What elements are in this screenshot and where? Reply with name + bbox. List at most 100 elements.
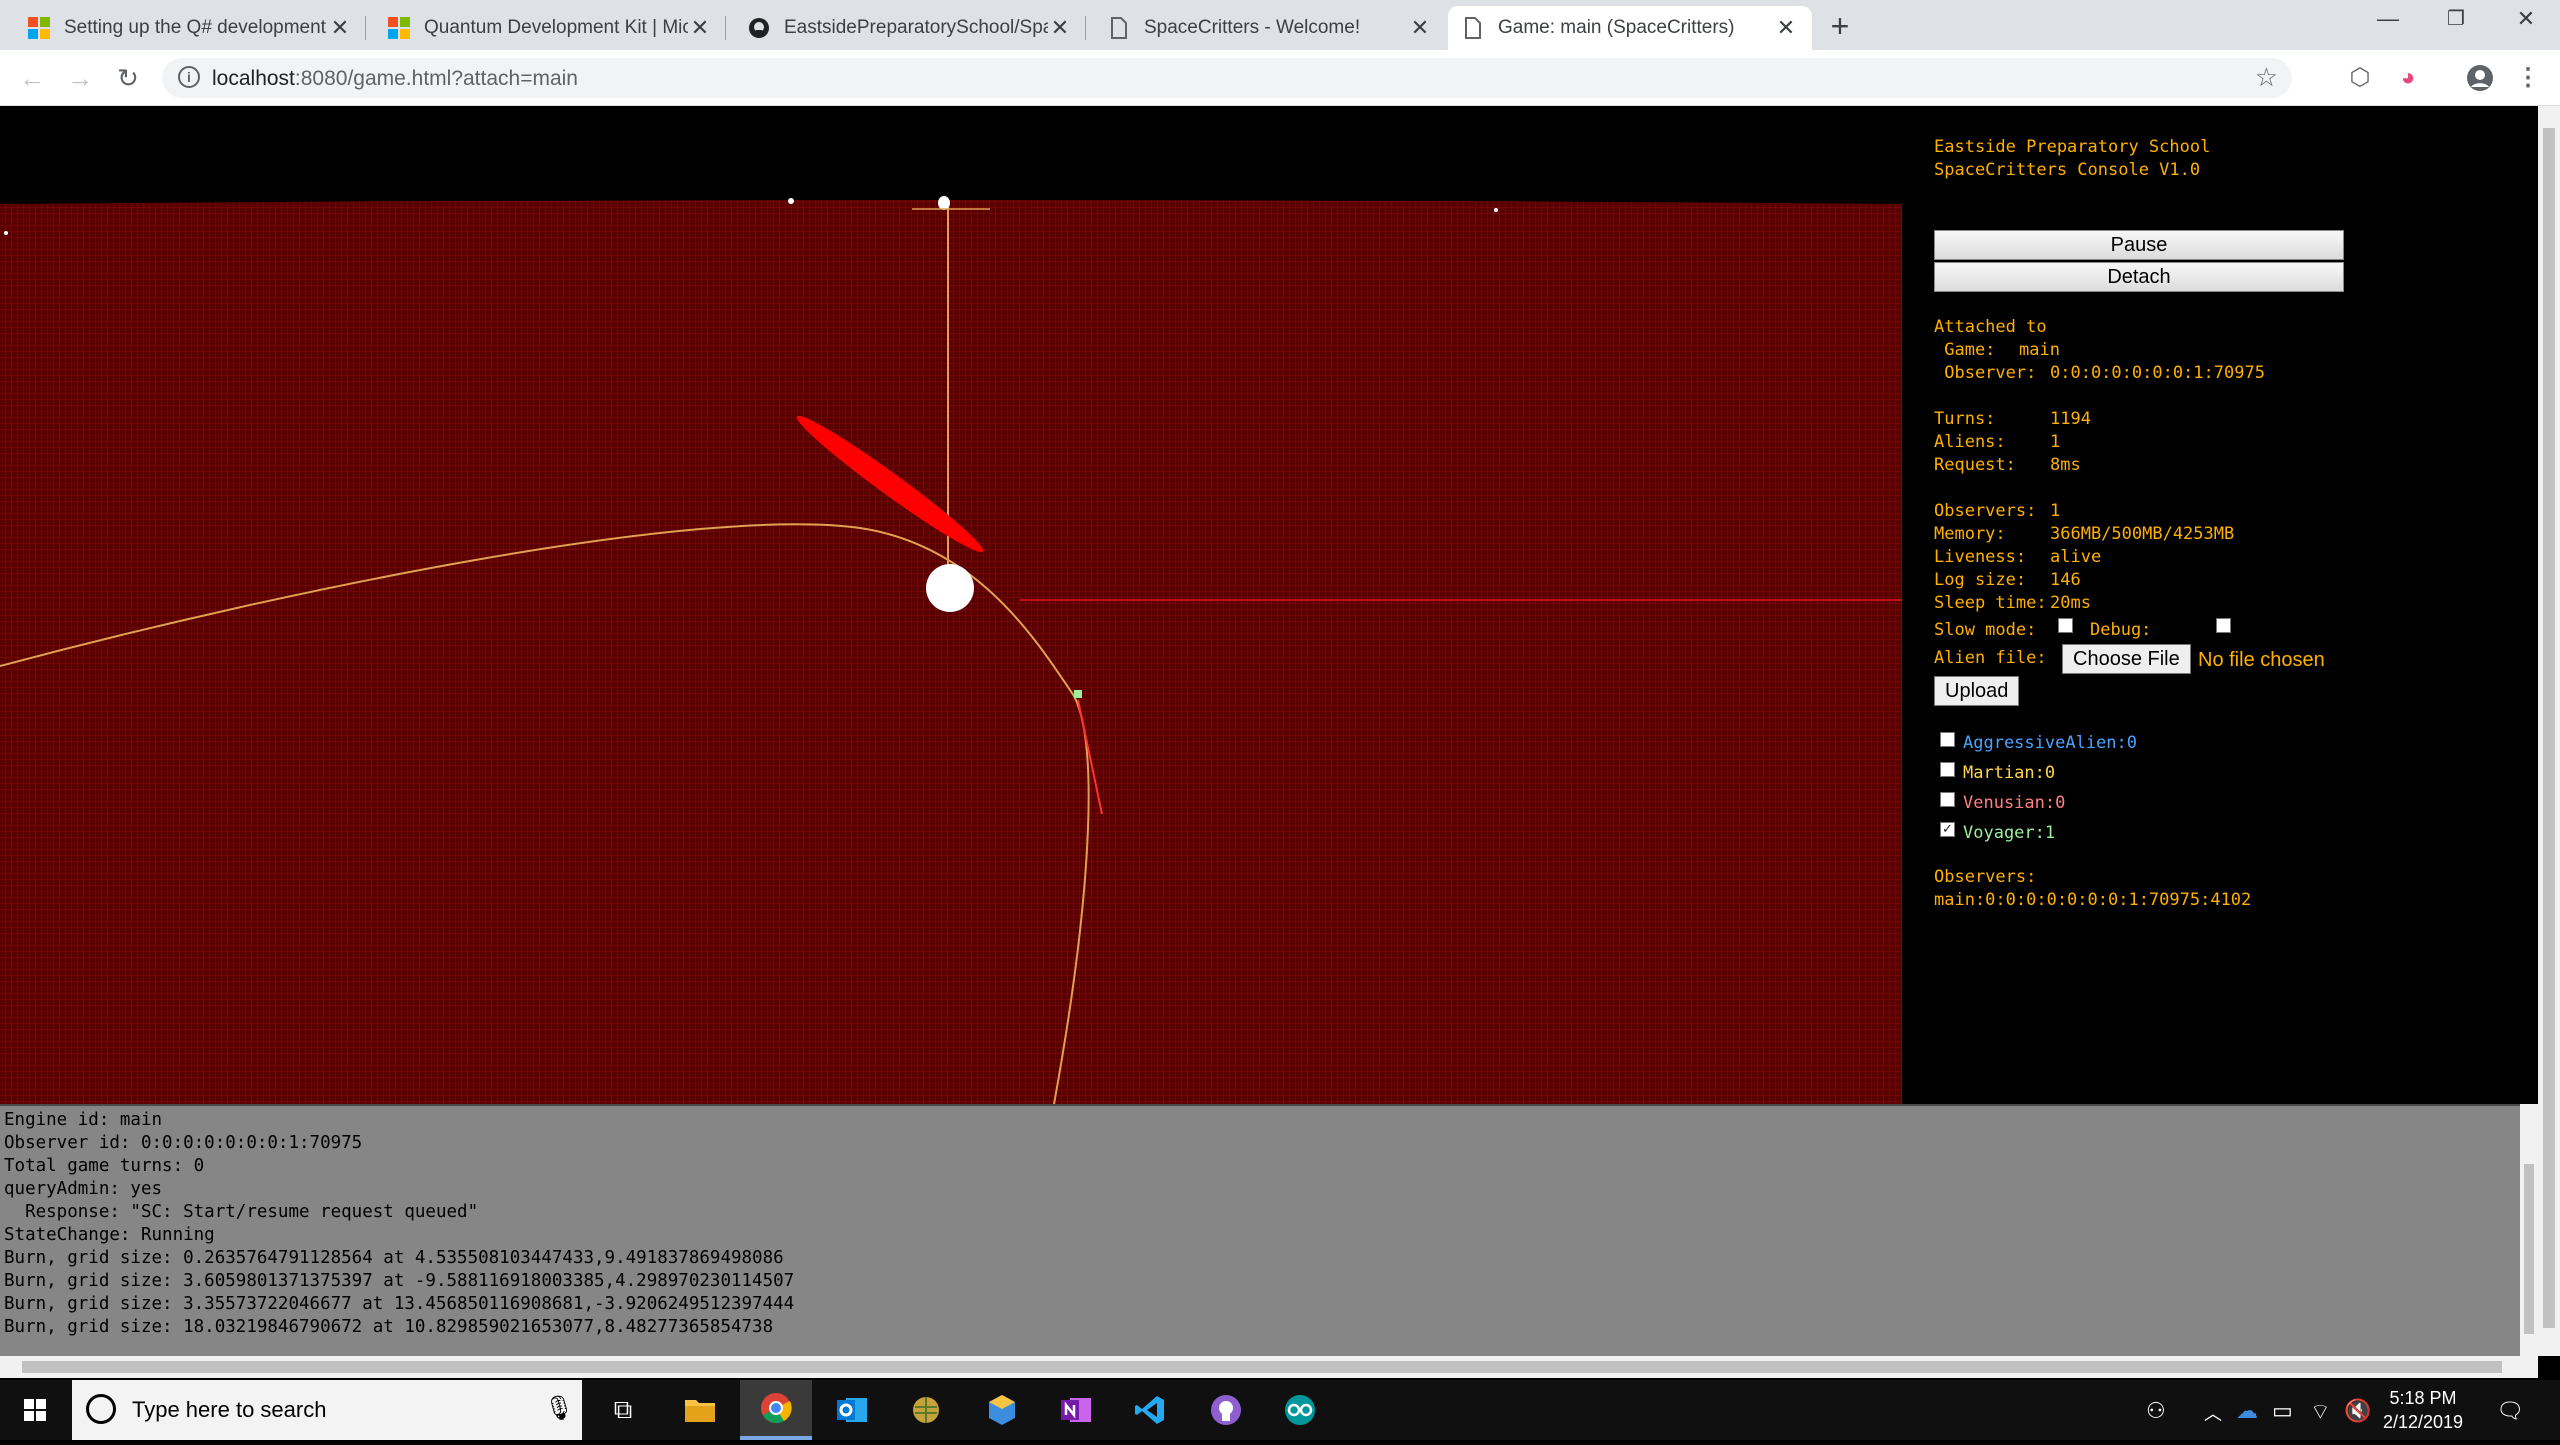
species-checkbox-voyager[interactable]: ✓ — [1940, 822, 1955, 837]
upload-button[interactable]: Upload — [1934, 676, 2020, 706]
species-checkbox-venusian[interactable] — [1940, 792, 1955, 807]
tab-close-icon[interactable]: ✕ — [1774, 15, 1798, 41]
arduino-icon[interactable] — [1264, 1380, 1336, 1440]
start-button[interactable] — [0, 1380, 70, 1440]
wifi-icon[interactable]: ⌔ — [2310, 1398, 2331, 1426]
choose-file-button[interactable]: Choose File — [2062, 644, 2191, 674]
action-center-icon[interactable]: 🗨 — [2496, 1398, 2524, 1424]
microphone-icon[interactable]: 🎙 — [544, 1394, 574, 1423]
info-icon[interactable]: i — [178, 66, 200, 88]
turns-label: Turns: — [1934, 409, 1996, 429]
tab-close-icon[interactable]: ✕ — [328, 15, 352, 41]
log-line: Engine id: main — [4, 1110, 163, 1130]
vscode-icon[interactable] — [1114, 1380, 1186, 1440]
microsoft-logo-icon — [388, 17, 410, 39]
onenote-icon[interactable] — [1040, 1380, 1112, 1440]
request-label: Request: — [1934, 455, 2016, 475]
grid-plane — [0, 200, 1902, 1104]
file-explorer-icon[interactable] — [664, 1380, 736, 1440]
address-bar[interactable]: i localhost:8080/game.html?attach=main ☆ — [162, 58, 2292, 98]
battery-icon[interactable]: ▭ — [2272, 1398, 2293, 1424]
liveness-label: Liveness: — [1934, 547, 2027, 567]
profile-avatar-icon[interactable] — [2466, 64, 2494, 92]
scrollbar-thumb[interactable] — [2524, 1164, 2534, 1334]
distant-star — [4, 231, 8, 235]
onedrive-cloud-icon[interactable]: ☁ — [2236, 1398, 2258, 1424]
globe-app-icon[interactable] — [890, 1380, 962, 1440]
request-value: 8ms — [2050, 455, 2081, 475]
back-arrow-icon[interactable]: ← — [14, 60, 50, 96]
pause-button[interactable]: Pause — [1934, 230, 2344, 260]
browser-tab-bar: Setting up the Q# development e ✕ Quantu… — [0, 0, 2560, 50]
tab-close-icon[interactable]: ✕ — [1048, 15, 1072, 41]
page-horizontal-scrollbar[interactable] — [0, 1356, 2538, 1378]
tab-qsharp-setup[interactable]: Setting up the Q# development e ✕ — [14, 6, 366, 50]
tab-quantum-dev-kit[interactable]: Quantum Development Kit | Mic ✕ — [374, 6, 726, 50]
slow-mode-label: Slow mode: — [1934, 620, 2037, 640]
tab-separator — [725, 16, 726, 40]
people-icon[interactable]: ⚇ — [2146, 1398, 2166, 1424]
task-view-icon[interactable]: ⧉ — [587, 1380, 659, 1440]
log-line: Burn, grid size: 0.2635764791128564 at 4… — [4, 1248, 784, 1268]
windows-taskbar: Type here to search 🎙 ⧉ ⚇ ︿ ☁ ▭ ⌔ 🔇 5:18… — [0, 1380, 2560, 1440]
tab-spacecritters-welcome[interactable]: SpaceCritters - Welcome! ✕ — [1094, 6, 1446, 50]
species-martian: Martian:0 — [1963, 763, 2056, 783]
browser-toolbar: ← → ↻ i localhost:8080/game.html?attach=… — [0, 50, 2560, 106]
outlook-icon[interactable] — [816, 1380, 888, 1440]
species-checkbox-aggressive-alien[interactable] — [1940, 732, 1955, 747]
url-host: localhost — [212, 67, 295, 90]
window-close-icon[interactable]: ✕ — [2496, 6, 2556, 32]
debug-checkbox[interactable] — [2216, 618, 2231, 633]
restore-icon[interactable]: ❐ — [2426, 6, 2486, 31]
minimize-icon[interactable]: — — [2358, 6, 2418, 32]
game-viewport[interactable] — [0, 106, 1902, 1104]
scrollbar-thumb[interactable] — [2543, 128, 2555, 1328]
chrome-icon[interactable] — [740, 1380, 812, 1440]
system-clock[interactable]: 5:18 PM 2/12/2019 — [2368, 1386, 2478, 1434]
sleep-time-value: 20ms — [2050, 593, 2091, 613]
observer-value: 0:0:0:0:0:0:0:1:70975 — [2050, 363, 2265, 383]
log-line: Total game turns: 0 — [4, 1156, 205, 1176]
menu-kebab-icon[interactable]: ⋮ — [2514, 64, 2542, 92]
observer-label: Observer: — [1934, 363, 2037, 383]
memory-label: Memory: — [1934, 524, 2006, 544]
reload-icon[interactable]: ↻ — [110, 60, 146, 96]
observers-count-label: Observers: — [1934, 501, 2037, 521]
species-checkbox-martian[interactable] — [1940, 762, 1955, 777]
hexagon-app-icon[interactable] — [966, 1380, 1038, 1440]
log-scrollbar[interactable] — [2520, 1104, 2538, 1356]
attached-to-label: Attached to — [1934, 317, 2047, 337]
forward-arrow-icon[interactable]: → — [62, 60, 98, 96]
detach-button[interactable]: Detach — [1934, 262, 2344, 292]
tab-title: Setting up the Q# development e — [64, 17, 328, 38]
chevron-up-icon[interactable]: ︿ — [2204, 1400, 2222, 1426]
distant-star — [788, 198, 794, 204]
observers-list-value: main:0:0:0:0:0:0:0:1:70975:4102 — [1934, 890, 2252, 910]
taskbar-search-box[interactable]: Type here to search 🎙 — [72, 1380, 582, 1440]
github-desktop-icon[interactable] — [1190, 1380, 1262, 1440]
turns-value: 1194 — [2050, 409, 2091, 429]
sleep-time-label: Sleep time: — [1934, 593, 2047, 613]
page-icon — [1462, 17, 1484, 39]
slow-mode-checkbox[interactable] — [2058, 618, 2073, 633]
bookmark-star-icon[interactable]: ☆ — [2255, 62, 2278, 93]
tab-close-icon[interactable]: ✕ — [688, 15, 712, 41]
scrollbar-thumb[interactable] — [22, 1361, 2502, 1373]
species-aggressive-alien: AggressiveAlien:0 — [1963, 733, 2137, 753]
tab-game-main[interactable]: Game: main (SpaceCritters) ✕ — [1448, 6, 1812, 50]
alien-file-label: Alien file: — [1934, 648, 2047, 668]
aliens-value: 1 — [2050, 432, 2061, 452]
log-output[interactable]: Engine id: main Observer id: 0:0:0:0:0:0… — [0, 1104, 2520, 1356]
page-vertical-scrollbar[interactable] — [2538, 106, 2560, 1356]
extension-cube-icon[interactable]: ⬡ — [2346, 64, 2374, 92]
memory-value: 366MB/500MB/4253MB — [2050, 524, 2235, 544]
log-line: Burn, grid size: 3.6059801371375397 at -… — [4, 1271, 795, 1291]
console-header-version: SpaceCritters Console V1.0 — [1934, 160, 2201, 180]
new-tab-plus-icon[interactable]: + — [1822, 8, 1858, 45]
tab-close-icon[interactable]: ✕ — [1408, 15, 1432, 41]
tab-github-repo[interactable]: EastsidePreparatorySchool/Space ✕ — [734, 6, 1086, 50]
clock-date: 2/12/2019 — [2382, 1412, 2464, 1432]
game-value: main — [2019, 340, 2060, 360]
cortana-circle-icon — [86, 1394, 116, 1424]
extension-octocat-icon[interactable]: ◕ — [2394, 64, 2422, 92]
